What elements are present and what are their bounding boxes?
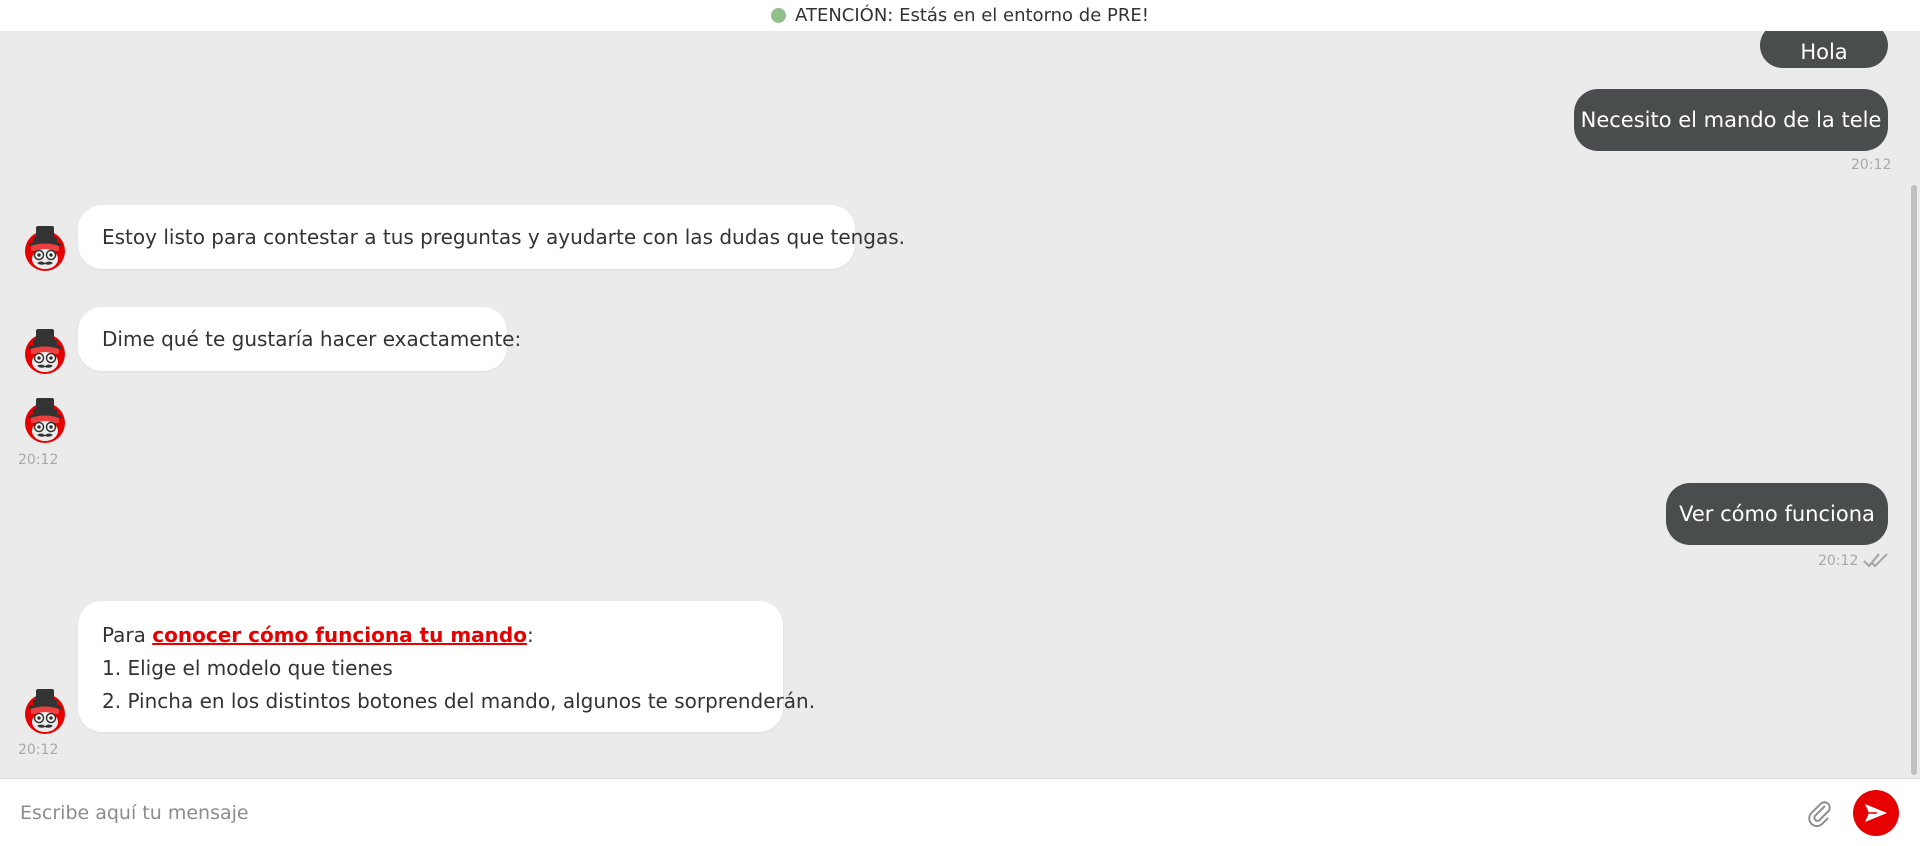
bot-message-bubble: Estoy listo para contestar a tus pregunt… [78,205,905,269]
environment-banner: ATENCIÓN: Estás en el entorno de PRE! [0,0,1920,31]
bot-message-text: Dime qué te gustaría hacer exactamente: [102,327,522,351]
message-composer [0,778,1920,846]
user-message-bubble: Necesito el mando de la tele [1574,89,1888,151]
message-timestamp: 20:12 [1818,553,1859,569]
environment-banner-text: ATENCIÓN: Estás en el entorno de PRE! [795,5,1149,26]
send-icon [1865,804,1887,822]
bot-message-bubble: Dime qué te gustaría hacer exactamente: [78,307,521,371]
bot-message-line: 2. Pincha en los distintos botones del m… [102,689,816,713]
message-input[interactable] [20,793,1780,833]
bot-message-bubble: Para conocer cómo funciona tu mando: 1. … [78,601,816,732]
user-message-text: Necesito el mando de la tele [1580,108,1882,132]
message-timestamp: 20:12 [18,452,59,468]
user-message-text: Hola [1800,40,1848,64]
chat-scrollbar[interactable] [1911,185,1917,775]
remote-guide-link[interactable]: conocer cómo funciona tu mando [152,623,527,647]
paperclip-icon[interactable] [1806,799,1832,827]
user-message-text: Ver cómo funciona [1679,502,1875,526]
bot-avatar-icon [21,684,69,736]
chat-history[interactable]: Hola Necesito el mando de la tele 20:12 … [0,31,1920,778]
bot-message-line: 1. Elige el modelo que tienes [102,656,393,680]
message-timestamp: 20:12 [18,742,59,758]
bot-avatar-icon [21,221,69,273]
status-dot-icon [771,8,787,23]
message-timestamp: 20:12 [1851,157,1892,173]
send-button[interactable] [1853,790,1899,836]
bot-avatar-icon [21,324,69,376]
bot-message-text: : [526,623,534,647]
bot-message-text: Estoy listo para contestar a tus pregunt… [102,225,906,249]
bot-message-text: Para [102,623,153,647]
bot-message-line: Para conocer cómo funciona tu mando: [102,619,759,652]
bot-avatar-icon [21,393,69,445]
user-message-bubble: Hola [1760,31,1888,68]
double-check-icon [1863,553,1888,568]
user-message-bubble: Ver cómo funciona [1666,483,1888,545]
